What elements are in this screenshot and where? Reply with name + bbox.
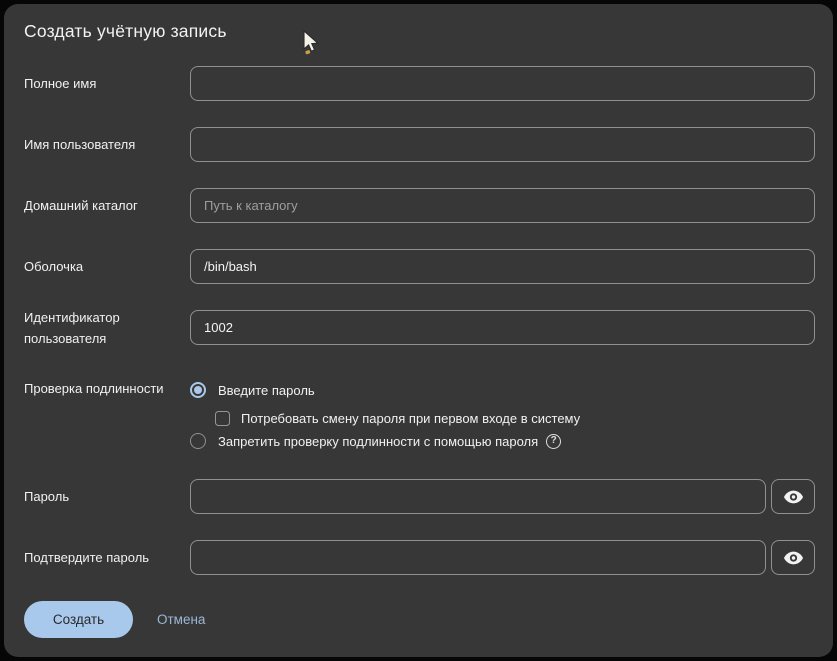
checkbox-require-password-change-label: Потребовать смену пароля при первом вход…: [241, 411, 580, 426]
question-mark-icon[interactable]: ?: [546, 434, 561, 449]
home-directory-field[interactable]: [190, 188, 815, 223]
password-label: Пароль: [24, 479, 184, 514]
radio-disable-password-auth-label: Запретить проверку подлинности с помощью…: [218, 434, 538, 449]
checkbox-require-password-change[interactable]: [215, 411, 230, 426]
show-password-button[interactable]: [771, 479, 815, 514]
cancel-button[interactable]: Отмена: [145, 601, 217, 638]
confirm-password-row: Подтвердите пароль: [4, 540, 833, 575]
mouse-cursor: [301, 30, 323, 56]
create-account-dialog: Создать учётную запись Полное имя Имя по…: [4, 4, 833, 657]
authentication-label: Проверка подлинности: [24, 378, 174, 399]
uid-label: Идентификатор пользователя: [24, 310, 184, 345]
eye-icon: [784, 490, 803, 504]
password-row: Пароль: [4, 479, 833, 514]
shell-select[interactable]: /bin/bash: [190, 249, 815, 284]
username-field[interactable]: [190, 127, 815, 162]
uid-field[interactable]: [190, 310, 815, 345]
radio-enter-password-label: Введите пароль: [218, 383, 315, 398]
page-title: Создать учётную запись: [24, 21, 227, 42]
full-name-field[interactable]: [190, 66, 815, 101]
shell-label: Оболочка: [24, 249, 184, 284]
full-name-label: Полное имя: [24, 66, 184, 101]
password-field[interactable]: [190, 479, 766, 514]
username-label: Имя пользователя: [24, 127, 184, 162]
confirm-password-field[interactable]: [190, 540, 766, 575]
home-directory-row: Домашний каталог: [4, 188, 833, 223]
eye-icon: [784, 551, 803, 565]
show-confirm-password-button[interactable]: [771, 540, 815, 575]
shell-selected-value: /bin/bash: [204, 259, 790, 274]
confirm-password-label: Подтвердите пароль: [24, 540, 184, 575]
create-button[interactable]: Создать: [24, 601, 133, 638]
uid-row: Идентификатор пользователя: [4, 310, 833, 345]
auth-option-enter-password: Введите пароль: [190, 380, 315, 400]
auth-option-require-change: Потребовать смену пароля при первом вход…: [215, 408, 580, 428]
auth-option-disable-password: Запретить проверку подлинности с помощью…: [190, 431, 561, 451]
radio-disable-password-auth[interactable]: [190, 433, 206, 449]
shell-row: Оболочка /bin/bash: [4, 249, 833, 284]
username-row: Имя пользователя: [4, 127, 833, 162]
full-name-row: Полное имя: [4, 66, 833, 101]
radio-enter-password[interactable]: [190, 382, 206, 398]
home-directory-label: Домашний каталог: [24, 188, 184, 223]
